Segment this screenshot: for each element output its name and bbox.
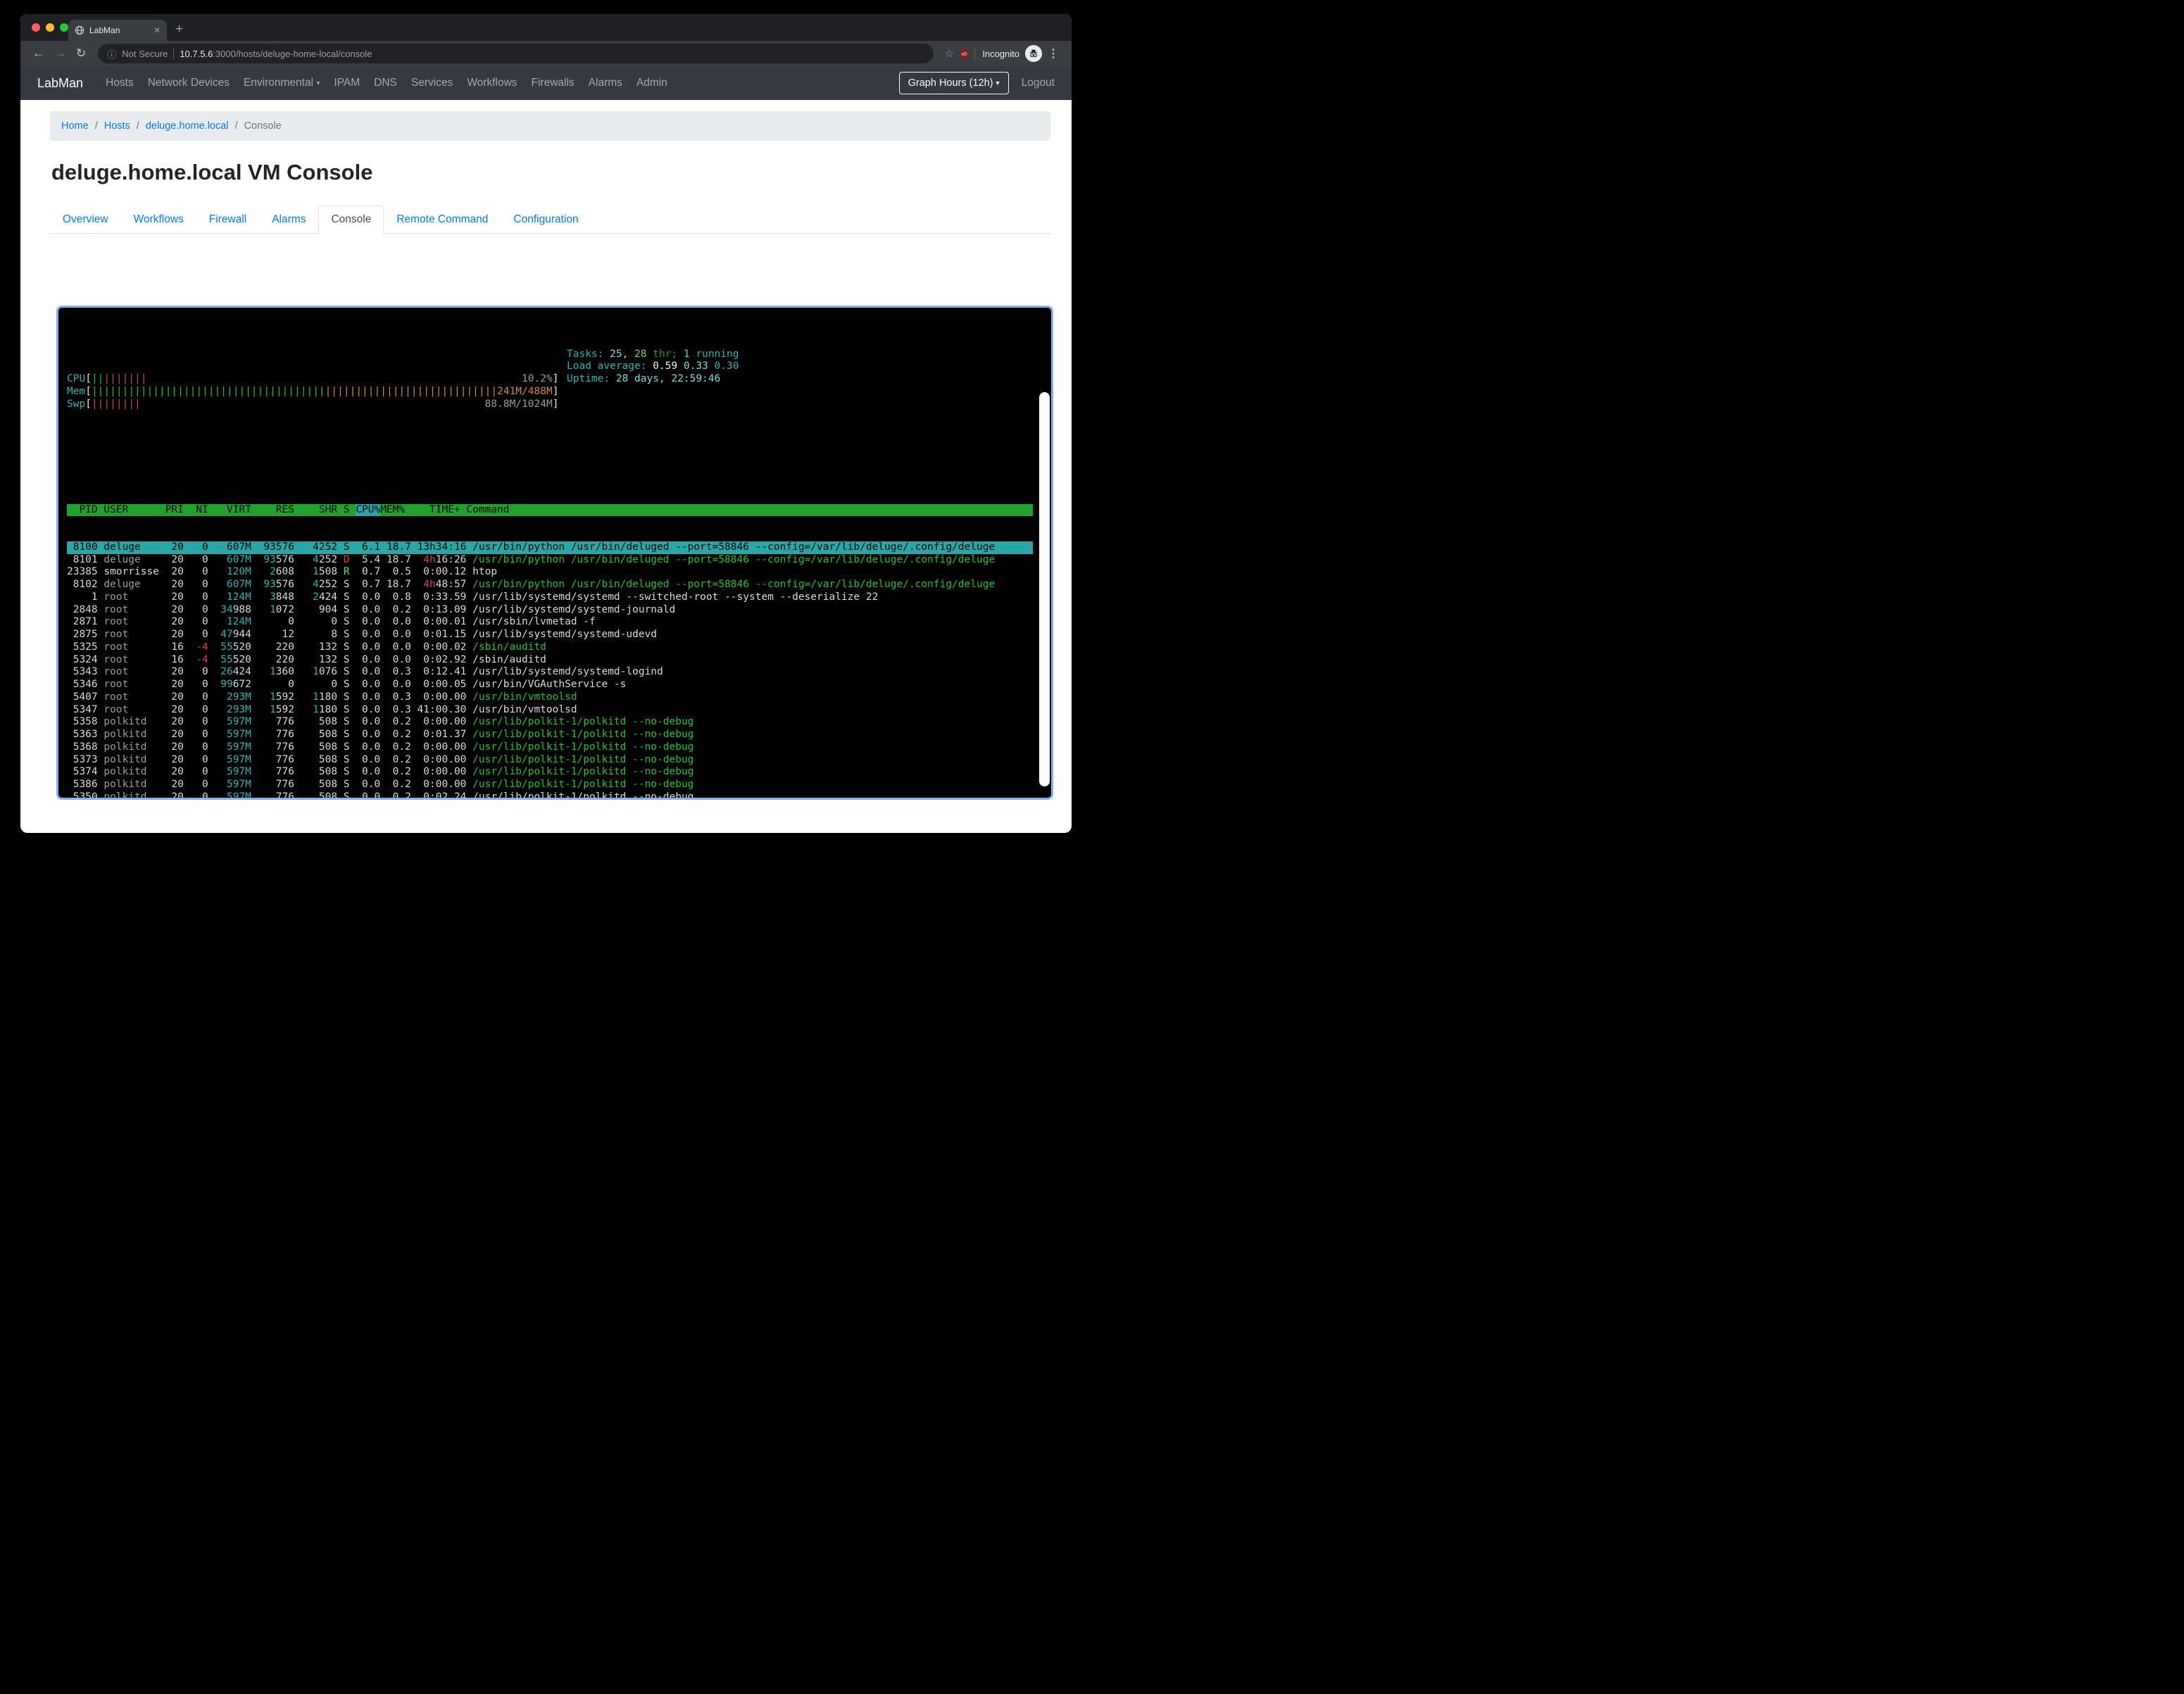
meter-mem: Mem[||||||||||||||||||||||||||||||||||||… [67, 386, 1051, 399]
page-info-icon[interactable]: ⓘ [107, 47, 116, 61]
tab-workflows[interactable]: Workflows [121, 206, 196, 234]
chevron-down-icon: ▾ [316, 80, 320, 87]
nav-item-admin[interactable]: Admin [629, 77, 674, 89]
process-row-pid-5350[interactable]: 5350 polkitd 20 0 597M 776 508 S 0.0 0.2… [67, 791, 1033, 800]
tab-console[interactable]: Console [318, 206, 384, 234]
htop-table: PID USER PRI NI VIRT RES SHR S CPU%MEM% … [58, 479, 1051, 800]
breadcrumb-separator: / [137, 120, 139, 132]
bookmark-star-icon[interactable]: ☆ [941, 47, 958, 60]
maximize-window-button[interactable] [60, 23, 68, 32]
process-row-pid-5373[interactable]: 5373 polkitd 20 0 597M 776 508 S 0.0 0.2… [67, 754, 1033, 767]
breadcrumb-link-hosts[interactable]: Hosts [104, 120, 130, 132]
process-row-pid-2848[interactable]: 2848 root 20 0 34988 1072 904 S 0.0 0.2 … [67, 604, 1033, 617]
nav-item-environmental[interactable]: Environmental ▾ [237, 77, 327, 89]
process-row-pid-5347[interactable]: 5347 root 20 0 293M 1592 1180 S 0.0 0.3 … [67, 704, 1033, 717]
not-secure-label: Not Secure [122, 49, 168, 59]
incognito-icon [1025, 45, 1042, 62]
new-tab-button[interactable]: + [175, 22, 183, 37]
url-path: :3000/hosts/deluge-home-local/console [213, 49, 372, 59]
nav-item-workflows[interactable]: Workflows [460, 77, 524, 89]
meter-cpu: CPU[||||||||| 10.2%] [67, 373, 1051, 386]
meter-swp: Swp[|||||||| 88.8M/1024M] [67, 399, 1051, 411]
htop-summary: Tasks: 25, 28 thr; 1 runningLoad average… [567, 349, 739, 386]
htop-meters: CPU[||||||||| 10.2%]Mem[||||||||||||||||… [67, 373, 1051, 410]
process-row-pid-8101[interactable]: 8101 deluge 20 0 607M 93576 4252 D 5.4 1… [67, 554, 1033, 567]
page-content: Home / Hosts / deluge.home.local / Console del… [20, 111, 1072, 800]
brand[interactable]: LabMan [37, 76, 83, 91]
process-row-pid-5325[interactable]: 5325 root 16 -4 55520 220 132 S 0.0 0.0 … [67, 641, 1033, 654]
tab-close-icon[interactable]: ✕ [153, 25, 161, 35]
process-row-pid-5363[interactable]: 5363 polkitd 20 0 597M 776 508 S 0.0 0.2… [67, 729, 1033, 741]
navbar-right: Graph Hours (12h) ▾ Logout [899, 72, 1055, 94]
tab-remote-command[interactable]: Remote Command [384, 206, 501, 234]
process-row-pid-5386[interactable]: 5386 polkitd 20 0 597M 776 508 S 0.0 0.2… [67, 779, 1033, 791]
process-row-pid-5358[interactable]: 5358 polkitd 20 0 597M 776 508 S 0.0 0.2… [67, 716, 1033, 729]
window-controls [32, 23, 68, 32]
process-row-pid-23385[interactable]: 23385 smorrisse 20 0 120M 2608 1508 R 0.… [67, 566, 1033, 579]
breadcrumb-separator: / [235, 120, 238, 132]
nav-item-dns[interactable]: DNS [367, 77, 404, 89]
graph-hours-button[interactable]: Graph Hours (12h) ▾ [899, 72, 1009, 94]
forward-icon[interactable]: → [49, 46, 71, 61]
terminal-scrollbar[interactable] [1039, 392, 1050, 786]
tab-configuration[interactable]: Configuration [501, 206, 591, 234]
svg-text:uO: uO [962, 52, 967, 56]
process-row-pid-8102[interactable]: 8102 deluge 20 0 607M 93576 4252 S 0.7 1… [67, 579, 1033, 591]
breadcrumb-separator: / [95, 120, 98, 132]
ublock-extension-icon[interactable]: uO [958, 48, 970, 60]
close-window-button[interactable] [32, 23, 40, 32]
summary-line: Tasks: 25, 28 thr; 1 running [567, 349, 739, 361]
nav-item-network-devices[interactable]: Network Devices [141, 77, 237, 89]
browser-menu-icon[interactable]: ⋮ [1042, 46, 1065, 61]
reload-icon[interactable]: ↻ [71, 46, 91, 61]
address-bar[interactable]: ⓘ Not Secure 10.7.5.6:3000/hosts/deluge-… [98, 44, 934, 63]
process-row-pid-5407[interactable]: 5407 root 20 0 293M 1592 1180 S 0.0 0.3 … [67, 691, 1033, 704]
tab-firewall[interactable]: Firewall [196, 206, 259, 234]
nav-item-services[interactable]: Services [404, 77, 460, 89]
url-divider [173, 48, 174, 59]
breadcrumb-link-deluge-home-local[interactable]: deluge.home.local [146, 120, 229, 132]
process-row-pid-5324[interactable]: 5324 root 16 -4 55520 220 132 S 0.0 0.0 … [67, 654, 1033, 667]
browser-window: LabMan ✕ + ← → ↻ ⓘ Not Secure 10.7.5.6:3… [20, 14, 1072, 833]
incognito-label: Incognito [982, 49, 1019, 59]
htop-header-area: CPU[||||||||| 10.2%]Mem[||||||||||||||||… [58, 333, 1051, 448]
nav-items: HostsNetwork DevicesEnvironmental ▾IPAMD… [99, 77, 674, 89]
url-host: 10.7.5.6 [180, 49, 213, 59]
app-navbar: LabMan HostsNetwork DevicesEnvironmental… [20, 66, 1072, 100]
nav-item-hosts[interactable]: Hosts [99, 77, 141, 89]
process-row-pid-2875[interactable]: 2875 root 20 0 47944 12 8 S 0.0 0.0 0:01… [67, 629, 1033, 641]
tab-title: LabMan [89, 25, 149, 35]
minimize-window-button[interactable] [46, 23, 54, 32]
process-row-pid-5343[interactable]: 5343 root 20 0 26424 1360 1076 S 0.0 0.3… [67, 666, 1033, 679]
process-row-pid-5368[interactable]: 5368 polkitd 20 0 597M 776 508 S 0.0 0.2… [67, 741, 1033, 754]
vm-console-terminal[interactable]: CPU[||||||||| 10.2%]Mem[||||||||||||||||… [56, 306, 1053, 800]
page-tabs: OverviewWorkflowsFirewallAlarmsConsoleRe… [50, 206, 1050, 234]
process-row-pid-5346[interactable]: 5346 root 20 0 99672 0 0 S 0.0 0.0 0:00.… [67, 679, 1033, 691]
htop-column-header-row[interactable]: PID USER PRI NI VIRT RES SHR S CPU%MEM% … [67, 504, 1033, 517]
breadcrumb: Home / Hosts / deluge.home.local / Console [50, 111, 1050, 141]
process-row-pid-1[interactable]: 1 root 20 0 124M 3848 2424 S 0.0 0.8 0:3… [67, 591, 1033, 604]
process-row-pid-5374[interactable]: 5374 polkitd 20 0 597M 776 508 S 0.0 0.2… [67, 766, 1033, 779]
breadcrumb-link-home[interactable]: Home [61, 120, 89, 132]
logout-link[interactable]: Logout [1022, 77, 1055, 89]
tab-alarms[interactable]: Alarms [259, 206, 318, 234]
htop-process-list: 8100 deluge 20 0 607M 93576 4252 S 6.1 1… [67, 541, 1033, 800]
back-icon[interactable]: ← [27, 46, 49, 61]
toolbar-divider [974, 47, 975, 60]
browser-toolbar: ← → ↻ ⓘ Not Secure 10.7.5.6:3000/hosts/d… [20, 41, 1072, 66]
browser-tab[interactable]: LabMan ✕ [68, 20, 167, 41]
process-row-pid-8100[interactable]: 8100 deluge 20 0 607M 93576 4252 S 6.1 1… [67, 541, 1033, 554]
summary-line: Load average: 0.59 0.33 0.30 [567, 360, 739, 373]
page-title: deluge.home.local VM Console [51, 160, 1072, 185]
nav-item-firewalls[interactable]: Firewalls [525, 77, 582, 89]
globe-favicon-icon [75, 25, 84, 35]
summary-line: Uptime: 28 days, 22:59:46 [567, 373, 739, 386]
nav-item-ipam[interactable]: IPAM [327, 77, 367, 89]
tab-overview[interactable]: Overview [50, 206, 121, 234]
browser-tab-strip: LabMan ✕ + [20, 14, 1072, 41]
breadcrumb-current: Console [244, 120, 282, 132]
nav-item-alarms[interactable]: Alarms [582, 77, 629, 89]
url-text: 10.7.5.6:3000/hosts/deluge-home-local/co… [180, 49, 372, 59]
process-row-pid-2871[interactable]: 2871 root 20 0 124M 0 0 S 0.0 0.0 0:00.0… [67, 616, 1033, 629]
